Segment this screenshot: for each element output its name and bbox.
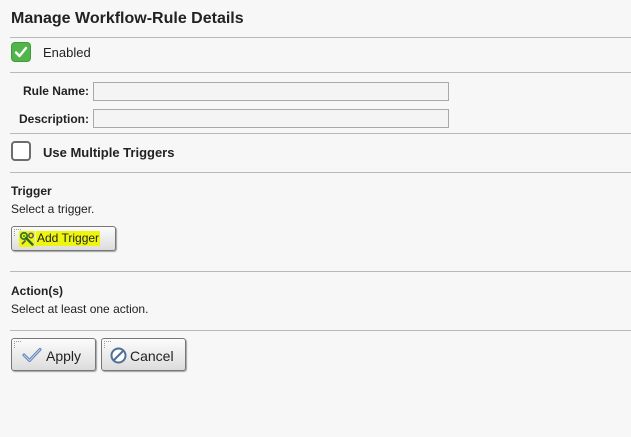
add-trigger-button[interactable]: Add Trigger bbox=[11, 226, 116, 251]
add-trigger-label: Add Trigger bbox=[36, 231, 101, 246]
description-label: Description: bbox=[18, 112, 89, 126]
cancel-circle-icon bbox=[110, 347, 127, 364]
divider bbox=[10, 172, 631, 173]
trigger-hint: Select a trigger. bbox=[11, 202, 95, 216]
description-input[interactable] bbox=[93, 109, 449, 128]
rule-name-input[interactable] bbox=[93, 82, 449, 101]
checkmark-icon bbox=[22, 348, 42, 362]
enabled-checkbox[interactable] bbox=[11, 42, 31, 62]
divider bbox=[10, 271, 631, 272]
page-title: Manage Workflow-Rule Details bbox=[11, 10, 244, 27]
wrench-gear-icon bbox=[19, 231, 35, 247]
use-multiple-triggers-label: Use Multiple Triggers bbox=[43, 145, 175, 160]
enabled-label: Enabled bbox=[43, 45, 91, 60]
divider bbox=[10, 72, 631, 73]
apply-button[interactable]: Apply bbox=[11, 338, 96, 371]
use-multiple-triggers-checkbox[interactable] bbox=[11, 141, 31, 161]
actions-hint: Select at least one action. bbox=[11, 302, 149, 316]
cancel-button[interactable]: Cancel bbox=[101, 338, 186, 371]
checkmark-icon bbox=[14, 46, 28, 58]
actions-heading: Action(s) bbox=[11, 284, 63, 298]
divider bbox=[10, 37, 631, 38]
divider bbox=[10, 330, 631, 331]
divider bbox=[10, 133, 631, 134]
cancel-label: Cancel bbox=[130, 348, 174, 364]
trigger-heading: Trigger bbox=[11, 184, 52, 198]
rule-name-label: Rule Name: bbox=[22, 84, 89, 98]
apply-label: Apply bbox=[46, 348, 82, 364]
